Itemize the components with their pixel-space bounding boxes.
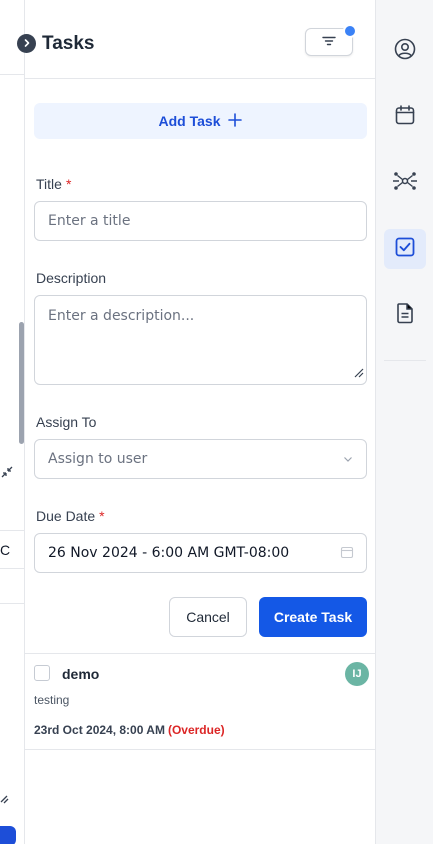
overdue-badge: (Overdue)	[167, 723, 225, 737]
add-task-button[interactable]: Add Task	[34, 103, 367, 139]
title-label-text: Title	[36, 176, 62, 192]
filter-notification-dot	[343, 24, 357, 38]
title-placeholder: Enter a title	[48, 213, 131, 229]
due-date-value: 26 Nov 2024 - 6:00 AM GMT-08:00	[48, 545, 290, 561]
background-divider	[0, 568, 24, 569]
page-title: Tasks	[42, 33, 95, 54]
user-circle-icon	[394, 38, 416, 65]
title-input[interactable]: Enter a title	[34, 201, 367, 241]
task-list-divider	[25, 653, 375, 654]
cancel-button[interactable]: Cancel	[169, 597, 247, 637]
background-divider	[0, 74, 24, 75]
description-textarea[interactable]: Enter a description...	[34, 295, 367, 385]
background-page: C	[0, 0, 25, 844]
sidebar-item-tasks[interactable]	[384, 229, 426, 269]
background-divider	[0, 530, 24, 531]
avatar[interactable]: IJ	[345, 662, 369, 686]
calendar-icon	[340, 545, 354, 563]
title-label: Title *	[36, 176, 71, 192]
sidebar-item-network[interactable]	[384, 163, 426, 203]
minimize-icon[interactable]	[0, 465, 14, 482]
background-scrollbar[interactable]	[19, 322, 24, 444]
description-label: Description	[36, 270, 107, 286]
chevron-down-icon	[342, 453, 354, 469]
description-placeholder: Enter a description...	[48, 308, 195, 324]
plus-icon	[228, 112, 243, 130]
due-date-picker[interactable]: 26 Nov 2024 - 6:00 AM GMT-08:00	[34, 533, 367, 573]
collapse-panel-button[interactable]	[17, 34, 36, 53]
panel-header: Tasks	[17, 8, 375, 79]
background-divider	[0, 603, 24, 604]
sidebar-item-profile[interactable]	[384, 31, 426, 71]
required-mark: *	[99, 508, 105, 524]
expand-icon[interactable]	[0, 790, 10, 807]
sidebar-item-calendar[interactable]	[384, 97, 426, 137]
task-due-text: 23rd Oct 2024, 8:00 AM	[34, 723, 165, 737]
filter-lines-icon	[322, 33, 336, 51]
task-description: testing	[34, 693, 70, 707]
background-cut-text: C	[0, 542, 11, 558]
due-date-label-text: Due Date	[36, 508, 96, 524]
tasks-panel: Tasks Add Task Title * Enter a title Desc…	[17, 0, 375, 844]
create-task-button[interactable]: Create Task	[259, 597, 367, 637]
task-complete-checkbox[interactable]	[34, 665, 50, 681]
assign-label: Assign To	[36, 414, 97, 430]
chevron-right-icon	[22, 35, 32, 53]
due-date-label: Due Date *	[36, 508, 105, 524]
calendar-icon	[394, 104, 416, 131]
sidebar-divider	[384, 360, 426, 361]
sidebar-item-documents[interactable]	[384, 295, 426, 335]
app-root: C Tasks Add Task Title * Enter a title D…	[0, 0, 433, 844]
assign-user-select[interactable]: Assign to user	[34, 439, 367, 479]
required-mark: *	[65, 176, 72, 192]
add-task-label: Add Task	[158, 113, 221, 129]
task-title: demo	[62, 666, 100, 682]
task-due-date: 23rd Oct 2024, 8:00 AM (Overdue)	[34, 723, 225, 737]
assign-placeholder: Assign to user	[48, 451, 148, 467]
right-sidebar	[375, 0, 433, 844]
document-icon	[394, 302, 416, 329]
background-primary-button[interactable]	[0, 826, 16, 844]
task-list-divider	[25, 749, 375, 750]
checkbox-icon	[394, 236, 416, 263]
network-icon	[392, 170, 418, 197]
resize-handle-icon[interactable]	[352, 366, 364, 382]
